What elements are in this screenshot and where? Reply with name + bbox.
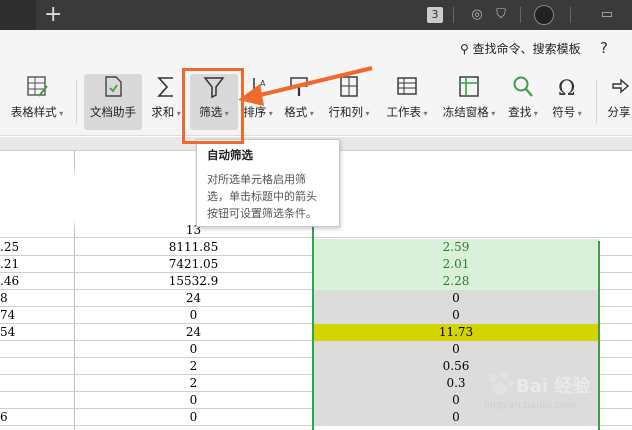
divider — [596, 80, 597, 124]
baidu-watermark: Bai 经验 jingyan.baidu.com — [476, 364, 626, 424]
worksheet-button[interactable]: 工作表 — [382, 74, 432, 130]
table-cell[interactable]: 0 — [75, 392, 312, 409]
skin-icon[interactable]: ◎ — [468, 6, 486, 24]
svg-text:Ω: Ω — [558, 76, 575, 100]
table-cell[interactable]: 24 — [75, 290, 312, 307]
table-cell[interactable]: 2.01 — [313, 256, 599, 273]
table-cell[interactable]: 74 — [0, 307, 74, 324]
magnifier-icon — [513, 76, 533, 97]
document-tab[interactable] — [0, 0, 36, 30]
tooltip-description: 对所选单元格启用筛 选，单击标题中的箭头 按钮可设置筛选条件。 — [207, 171, 329, 222]
annotation-arrow — [238, 66, 373, 106]
divider — [453, 7, 454, 23]
find-label: 查找 — [506, 104, 540, 120]
command-search-label: 查找命令、搜索模板 — [472, 42, 581, 56]
tooltip-line: 按钮可设置筛选条件。 — [207, 207, 317, 220]
table-cell[interactable]: 15532.9 — [75, 273, 312, 290]
tooltip-title: 自动筛选 — [207, 148, 253, 162]
tooltip-line: 对所选单元格启用筛 — [207, 173, 306, 186]
freeze-panes-icon — [459, 76, 479, 97]
table-cell[interactable]: 0 — [75, 307, 312, 324]
table-cell[interactable]: 2 — [75, 358, 312, 375]
freeze-panes-label: 冻结窗格 — [438, 104, 500, 120]
divider — [520, 7, 521, 23]
table-cell[interactable]: 24 — [75, 324, 312, 341]
doc-assistant-icon — [105, 76, 122, 97]
table-cell[interactable]: .46 — [0, 273, 74, 290]
table-row[interactable]: 00 — [0, 341, 632, 358]
table-cell[interactable] — [0, 392, 74, 409]
table-cell[interactable]: 0 — [313, 290, 599, 307]
watermark-url: jingyan.baidu.com — [484, 400, 577, 411]
table-row[interactable]: .25 8111.85 2.59 — [0, 239, 632, 256]
table-cell[interactable]: 0 — [75, 409, 312, 426]
omega-icon: Ω — [558, 76, 575, 100]
share-label: 分享 — [607, 105, 631, 119]
search-icon: ⚲ — [460, 42, 469, 56]
shirt-icon[interactable]: ⛉ — [492, 6, 510, 24]
table-row[interactable]: .46 15532.9 2.28 — [0, 273, 632, 290]
find-button[interactable]: 查找 — [506, 74, 540, 130]
table-style-label: 表格样式 — [4, 104, 70, 120]
help-button[interactable]: ? — [600, 39, 608, 57]
share-button[interactable]: 分享 — [604, 74, 632, 130]
table-row[interactable]: 54 24 11.73 — [0, 324, 632, 341]
tooltip-line: 选，单击标题中的箭头 — [207, 190, 317, 203]
sum-button[interactable]: 求和 — [148, 74, 184, 130]
table-style-button[interactable]: 表格样式 — [4, 74, 70, 130]
table-row[interactable]: 74 0 0 — [0, 307, 632, 324]
share-icon — [612, 78, 630, 94]
new-tab-button[interactable]: + — [44, 2, 62, 28]
divider — [76, 80, 77, 124]
table-cell[interactable] — [0, 375, 74, 392]
table-cell[interactable]: 8 — [0, 290, 74, 307]
divider — [570, 7, 571, 23]
table-style-icon — [27, 76, 48, 97]
window-count-badge[interactable]: 3 — [427, 7, 443, 23]
blurred-header — [350, 185, 610, 225]
freeze-panes-button[interactable]: 冻结窗格 — [438, 74, 500, 130]
sum-label: 求和 — [148, 104, 184, 120]
title-bar: + 3 ◎ ⛉ ▭ — [0, 0, 632, 30]
doc-assistant-button[interactable]: 文档助手 — [84, 74, 142, 130]
minimize-icon[interactable]: ▭ — [598, 6, 616, 24]
table-cell[interactable]: 0 — [313, 341, 599, 358]
symbol-label: 符号 — [550, 104, 584, 120]
table-cell[interactable]: 2.28 — [313, 273, 599, 290]
filter-tooltip: 自动筛选 对所选单元格启用筛 选，单击标题中的箭头 按钮可设置筛选条件。 — [196, 139, 340, 227]
table-row[interactable]: .21 7421.05 2.01 — [0, 256, 632, 273]
watermark-brand: Bai 经验 — [516, 376, 591, 397]
table-cell[interactable]: 0 — [75, 341, 312, 358]
table-cell[interactable]: 2.59 — [313, 239, 599, 256]
sigma-icon — [157, 77, 173, 97]
table-cell[interactable]: 54 — [0, 324, 74, 341]
table-cell[interactable]: 6 — [0, 409, 74, 426]
table-cell[interactable]: 7421.05 — [75, 256, 312, 273]
user-avatar[interactable] — [534, 5, 554, 25]
table-cell[interactable] — [0, 358, 74, 375]
table-cell[interactable]: 2 — [75, 375, 312, 392]
table-cell[interactable]: .25 — [0, 239, 74, 256]
table-cell[interactable]: .21 — [0, 256, 74, 273]
table-cell[interactable]: 0 — [313, 307, 599, 324]
selection-border-left — [312, 227, 314, 430]
table-cell[interactable]: 11.73 — [313, 324, 599, 341]
table-cell[interactable] — [0, 341, 74, 358]
symbol-button[interactable]: Ω 符号 — [550, 74, 584, 130]
table-cell[interactable]: 8111.85 — [75, 239, 312, 256]
paw-logo-icon — [489, 371, 515, 395]
worksheet-label: 工作表 — [382, 104, 432, 120]
doc-assistant-label: 文档助手 — [90, 105, 136, 119]
command-search[interactable]: ⚲ 查找命令、搜索模板 — [460, 40, 581, 57]
worksheet-icon — [397, 77, 417, 95]
table-row[interactable]: 8 24 0 — [0, 290, 632, 307]
